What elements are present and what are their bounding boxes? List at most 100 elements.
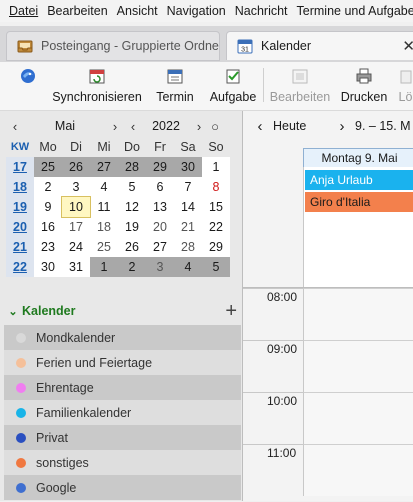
prev-month-icon[interactable]: ‹ <box>8 119 22 134</box>
day-column-header[interactable]: Montag 9. Mai <box>303 148 413 168</box>
day-cell[interactable]: 14 <box>174 197 202 217</box>
day-cell[interactable]: 16 <box>34 217 62 237</box>
menu-navigation[interactable]: Navigation <box>158 4 226 18</box>
day-cell[interactable]: 29 <box>202 237 230 257</box>
hour-slot[interactable] <box>303 340 413 392</box>
close-icon[interactable]: ✕ <box>402 37 413 55</box>
day-cell[interactable]: 11 <box>90 197 118 217</box>
day-cell[interactable]: 6 <box>146 177 174 197</box>
menu-termine-und-aufgaben[interactable]: Termine und Aufgaben <box>288 4 413 18</box>
day-cell[interactable]: 17 <box>62 217 90 237</box>
day-cell[interactable]: 15 <box>202 197 230 217</box>
hour-slot[interactable] <box>303 444 413 496</box>
next-year-icon[interactable]: › <box>192 119 206 134</box>
calendar-list: ⌄ Kalender + Mondkalender Ferien und Fei… <box>4 297 241 500</box>
new-event-button[interactable]: Termin <box>154 64 196 108</box>
week-number[interactable]: 21 <box>6 237 34 257</box>
prev-week-icon[interactable]: ‹ <box>247 118 273 135</box>
calendar-item-google[interactable]: Google <box>4 475 241 500</box>
day-cell[interactable]: 12 <box>118 197 146 217</box>
day-cell[interactable]: 26 <box>118 237 146 257</box>
calendar-item-ehrentage[interactable]: Ehrentage <box>4 375 241 400</box>
day-cell[interactable]: 28 <box>118 157 146 177</box>
print-button[interactable]: Drucken <box>341 64 387 108</box>
today-circle-icon[interactable]: ○ <box>208 119 222 134</box>
week-number[interactable]: 17 <box>6 157 34 177</box>
week-number[interactable]: 22 <box>6 257 34 277</box>
day-cell[interactable]: 27 <box>146 237 174 257</box>
calendar-item-ferien[interactable]: Ferien und Feiertage <box>4 350 241 375</box>
day-cell-today[interactable]: 10 <box>61 196 91 218</box>
day-cell[interactable]: 3 <box>146 257 174 277</box>
calendar-item-privat[interactable]: Privat <box>4 425 241 450</box>
mini-calendar-grid: KW Mo Di Mi Do Fr Sa So 17 25 26 27 28 2… <box>6 137 230 277</box>
event-anja-urlaub[interactable]: Anja Urlaub <box>305 170 413 190</box>
tab-kalender[interactable]: 31 Kalender ✕ <box>226 31 413 60</box>
week-row: 20 16 17 18 19 20 21 22 <box>6 217 230 237</box>
day-cell[interactable]: 4 <box>174 257 202 277</box>
app-menu-button[interactable] <box>18 64 38 108</box>
calendar-item-familienkalender[interactable]: Familienkalender <box>4 400 241 425</box>
menu-datei[interactable]: Datei <box>0 4 38 18</box>
menu-ansicht[interactable]: Ansicht <box>108 4 158 18</box>
new-task-button[interactable]: Aufgabe <box>210 64 256 108</box>
day-cell[interactable]: 27 <box>90 157 118 177</box>
next-month-icon[interactable]: › <box>108 119 122 134</box>
tab-posteingang[interactable]: Posteingang - Gruppierte Ordner <box>6 31 220 61</box>
day-cell[interactable]: 25 <box>34 157 62 177</box>
tab-bar: Posteingang - Gruppierte Ordner 31 Kalen… <box>0 26 413 62</box>
day-cell[interactable]: 30 <box>174 157 202 177</box>
day-cell[interactable]: 1 <box>90 257 118 277</box>
add-calendar-icon[interactable]: + <box>225 300 237 323</box>
event-giro-ditalia[interactable]: Giro d'Italia <box>305 192 413 212</box>
sync-button[interactable]: Synchronisieren <box>52 64 142 108</box>
calendar-color-dot <box>16 482 26 493</box>
next-week-icon[interactable]: › <box>329 118 355 135</box>
week-number[interactable]: 20 <box>6 217 34 237</box>
week-number[interactable]: 18 <box>6 177 34 197</box>
menu-bearbeiten[interactable]: Bearbeiten <box>38 4 107 18</box>
day-cell[interactable]: 25 <box>90 237 118 257</box>
aufgabe-label: Aufgabe <box>209 90 257 104</box>
day-cell[interactable]: 1 <box>202 157 230 177</box>
hour-slot[interactable] <box>303 288 413 340</box>
day-cell[interactable]: 23 <box>34 237 62 257</box>
day-cell[interactable]: 7 <box>174 177 202 197</box>
chevron-down-icon[interactable]: ⌄ <box>4 305 22 318</box>
day-cell[interactable]: 19 <box>118 217 146 237</box>
day-cell[interactable]: 22 <box>202 217 230 237</box>
calendar-item-label: Google <box>36 480 77 495</box>
week-number[interactable]: 19 <box>6 197 34 217</box>
day-cell[interactable]: 3 <box>62 177 90 197</box>
day-cell[interactable]: 24 <box>62 237 90 257</box>
calendar-list-header[interactable]: ⌄ Kalender + <box>4 297 241 325</box>
drucken-label: Drucken <box>340 90 388 104</box>
day-cell[interactable]: 8 <box>202 177 230 197</box>
today-button[interactable]: Heute <box>273 119 329 133</box>
day-cell[interactable]: 9 <box>34 197 62 217</box>
day-cell[interactable]: 2 <box>34 177 62 197</box>
allday-area[interactable]: Anja Urlaub Giro d'Italia <box>303 167 413 287</box>
day-cell[interactable]: 26 <box>62 157 90 177</box>
day-cell[interactable]: 5 <box>118 177 146 197</box>
day-cell[interactable]: 21 <box>174 217 202 237</box>
menu-nachricht[interactable]: Nachricht <box>226 4 288 18</box>
day-cell[interactable]: 30 <box>34 257 62 277</box>
edit-button[interactable]: Bearbeiten <box>270 64 330 108</box>
day-cell[interactable]: 29 <box>146 157 174 177</box>
calendar-item-sonstiges[interactable]: sonstiges <box>4 450 241 475</box>
hour-slot[interactable] <box>303 392 413 444</box>
week-row: 22 30 31 1 2 3 4 5 <box>6 257 230 277</box>
prev-year-icon[interactable]: ‹ <box>126 119 140 134</box>
day-cell[interactable]: 5 <box>202 257 230 277</box>
delete-button[interactable]: Lö <box>398 64 413 108</box>
day-cell[interactable]: 13 <box>146 197 174 217</box>
day-cell[interactable]: 18 <box>90 217 118 237</box>
day-cell[interactable]: 28 <box>174 237 202 257</box>
day-cell[interactable]: 31 <box>62 257 90 277</box>
day-cell[interactable]: 4 <box>90 177 118 197</box>
mini-calendar: ‹ Mai › ‹ 2022 › ○ KW Mo Di Mi Do Fr Sa … <box>6 115 237 277</box>
calendar-item-mondkalender[interactable]: Mondkalender <box>4 325 241 350</box>
day-cell[interactable]: 2 <box>118 257 146 277</box>
day-cell[interactable]: 20 <box>146 217 174 237</box>
